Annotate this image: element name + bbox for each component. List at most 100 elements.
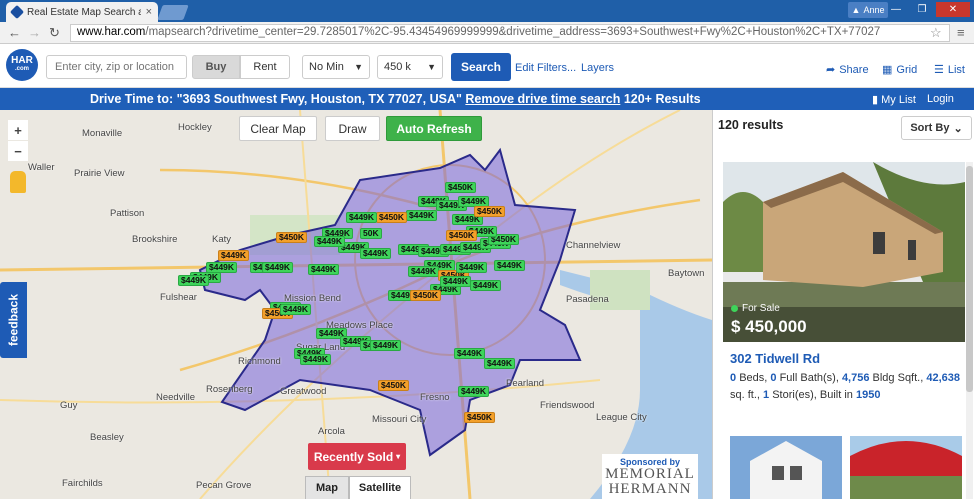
grid-label: Grid xyxy=(896,63,918,76)
price-marker[interactable]: $449K xyxy=(280,304,312,315)
price-marker[interactable]: $450K xyxy=(376,212,408,223)
scrollbar-thumb[interactable] xyxy=(966,166,973,392)
buy-toggle[interactable]: Buy xyxy=(192,55,240,79)
layers-link[interactable]: Layers xyxy=(581,62,614,74)
price-marker[interactable]: $449K xyxy=(218,250,250,261)
browser-tab[interactable]: Real Estate Map Search a × xyxy=(6,2,158,22)
place-label: Fresno xyxy=(420,392,450,403)
price-marker[interactable]: $449K xyxy=(370,340,402,351)
price-marker[interactable]: $449K xyxy=(494,260,526,271)
price-marker[interactable]: $449K xyxy=(314,236,346,247)
place-label: Katy xyxy=(212,234,232,245)
drive-time-text: Drive Time to: "3693 Southwest Fwy, Hous… xyxy=(90,92,462,106)
bookmark-star-icon[interactable]: ☆ xyxy=(930,25,942,41)
price-marker[interactable]: $450K xyxy=(276,232,308,243)
logo-main: HAR xyxy=(11,55,33,66)
place-label: Pattison xyxy=(110,208,145,219)
list-icon: ☰ xyxy=(934,64,944,76)
rent-toggle[interactable]: Rent xyxy=(240,55,290,79)
beds-label: Beds, xyxy=(739,372,768,384)
url-field[interactable]: www.har.com/mapsearch?drivetime_center=2… xyxy=(70,24,950,42)
listing-address[interactable]: 302 Tidwell Rd xyxy=(730,351,820,366)
remove-drive-time-link[interactable]: Remove drive time search xyxy=(465,92,620,106)
list-view-link[interactable]: ☰ List xyxy=(934,63,965,77)
close-window-button[interactable]: ✕ xyxy=(936,2,970,17)
forward-arrow-icon[interactable]: → xyxy=(28,25,41,40)
grid-view-link[interactable]: ▦ Grid xyxy=(882,63,918,77)
zoom-out-button[interactable]: − xyxy=(8,141,28,161)
new-tab-button[interactable] xyxy=(157,5,189,20)
profile-button[interactable]: ▲ Anne xyxy=(848,2,888,18)
map-canvas[interactable]: + − feedback Clear Map Draw Auto Refresh… xyxy=(0,110,712,499)
sqft-value: 4,756 xyxy=(841,372,870,384)
share-link[interactable]: ➦ Share xyxy=(826,63,869,77)
min-price-select[interactable]: No Min ▼ xyxy=(302,55,370,79)
max-price-select[interactable]: 450 k ▼ xyxy=(377,55,443,79)
price-marker[interactable]: $449K xyxy=(456,262,488,273)
place-label: Rosenberg xyxy=(206,384,253,395)
edit-filters-link[interactable]: Edit Filters... xyxy=(515,62,576,74)
listing-thumbnail[interactable] xyxy=(730,436,842,499)
price-marker[interactable]: $449K xyxy=(484,358,516,369)
place-label: Arcola xyxy=(318,426,345,437)
price-marker[interactable]: $450K xyxy=(474,206,506,217)
price-marker[interactable]: $449K xyxy=(440,276,472,287)
price-marker[interactable]: $450K xyxy=(464,412,496,423)
price-marker[interactable]: $449K xyxy=(300,354,332,365)
price-marker[interactable]: $449K xyxy=(406,210,438,221)
price-marker[interactable]: $449K xyxy=(308,264,340,275)
search-button[interactable]: Search xyxy=(451,53,511,81)
back-arrow-icon[interactable]: ← xyxy=(8,25,21,40)
listing-details: 0 Beds, 0 Full Bath(s), 4,756 Bldg Sqft.… xyxy=(730,370,962,404)
price-marker[interactable]: $450K xyxy=(446,230,478,241)
price-marker[interactable]: 50K xyxy=(360,228,382,239)
price-marker[interactable]: $449K xyxy=(346,212,378,223)
drive-time-polygon[interactable] xyxy=(198,147,582,457)
clear-map-button[interactable]: Clear Map xyxy=(239,116,317,141)
list-label: List xyxy=(947,63,965,76)
login-link[interactable]: Login xyxy=(927,93,954,105)
my-list-label: My List xyxy=(881,94,916,106)
price-marker[interactable]: $449K xyxy=(470,280,502,291)
feedback-tab[interactable]: feedback xyxy=(0,282,27,358)
price-marker[interactable]: $449K xyxy=(458,386,490,397)
minimize-button[interactable]: — xyxy=(884,2,908,17)
year-built-value: 1950 xyxy=(855,389,881,401)
place-label: Greatwood xyxy=(280,386,327,397)
sort-by-select[interactable]: Sort By ⌄ xyxy=(901,116,972,140)
my-list-link[interactable]: ▮ My List xyxy=(872,93,916,106)
recently-sold-button[interactable]: Recently Sold ▾ xyxy=(308,443,406,470)
listing-thumbnail[interactable] xyxy=(850,436,962,499)
browser-menu-icon[interactable]: ≡ xyxy=(957,25,965,40)
price-marker[interactable]: $450K xyxy=(410,290,442,301)
house-photo xyxy=(723,162,965,342)
map-type-satellite-button[interactable]: Satellite xyxy=(349,476,411,499)
reload-icon[interactable]: ↻ xyxy=(49,25,60,41)
min-price-value: No Min xyxy=(309,61,344,73)
sponsor-badge[interactable]: Sponsored by MEMORIAL HERMANN xyxy=(602,454,698,499)
maximize-button[interactable]: ❐ xyxy=(910,2,934,17)
price-marker[interactable]: $450K xyxy=(445,182,477,193)
drive-time-banner: Drive Time to: "3693 Southwest Fwy, Hous… xyxy=(0,88,974,110)
street-view-pegman-icon[interactable] xyxy=(10,171,26,193)
profile-icon: ▲ xyxy=(851,5,861,15)
sort-by-label: Sort By xyxy=(910,122,950,134)
tab-close-icon[interactable]: × xyxy=(146,6,152,18)
price-marker[interactable]: $449K xyxy=(262,262,294,273)
share-label: Share xyxy=(839,63,869,76)
auto-refresh-button[interactable]: Auto Refresh xyxy=(386,116,482,141)
results-scrollbar[interactable] xyxy=(966,162,973,499)
price-marker[interactable]: $449K xyxy=(178,275,210,286)
har-logo[interactable]: HAR .com xyxy=(6,49,38,81)
price-marker[interactable]: $449K xyxy=(360,248,392,259)
chevron-down-icon: ⌄ xyxy=(953,122,963,135)
place-label: Prairie View xyxy=(74,168,125,179)
location-search-input[interactable] xyxy=(46,55,187,79)
listing-photo[interactable]: For Sale $ 450,000 xyxy=(723,162,965,342)
map-type-map-button[interactable]: Map xyxy=(305,476,349,499)
zoom-in-button[interactable]: + xyxy=(8,120,28,140)
price-marker[interactable]: $449K xyxy=(408,266,440,277)
price-marker[interactable]: $449K xyxy=(454,348,486,359)
price-marker[interactable]: $450K xyxy=(378,380,410,391)
draw-button[interactable]: Draw xyxy=(325,116,380,141)
